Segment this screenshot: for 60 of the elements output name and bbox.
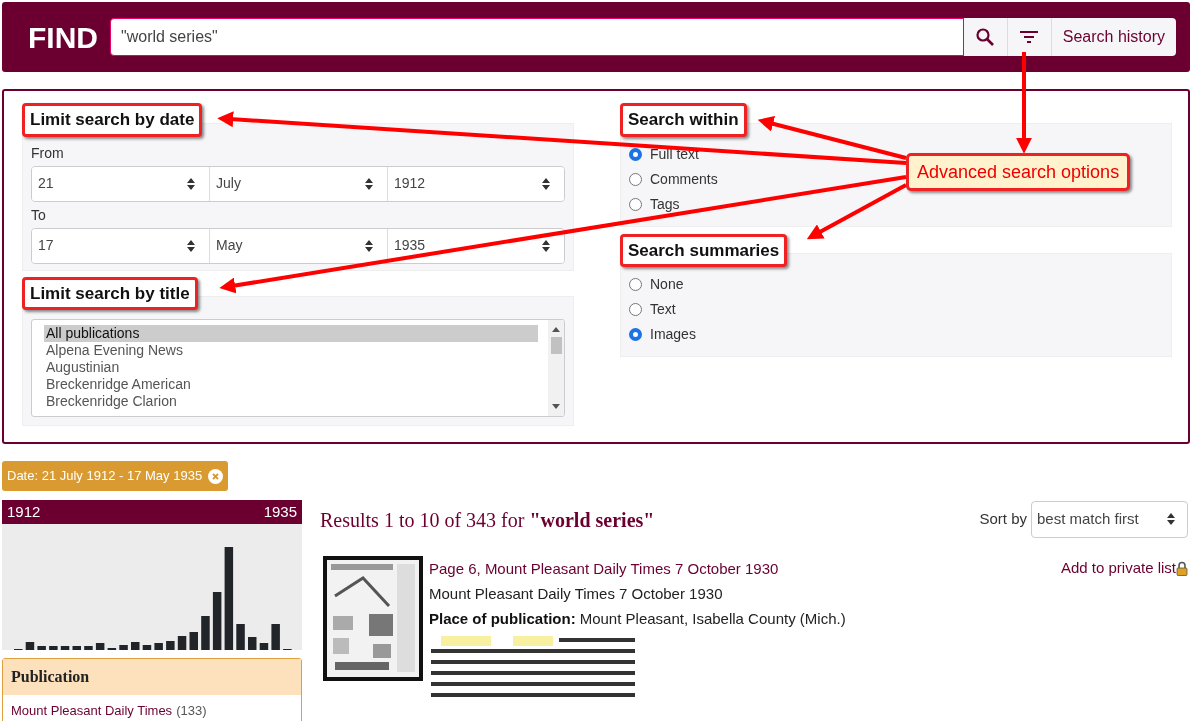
radio-label: Tags [650, 194, 680, 214]
facet-link[interactable]: Mount Pleasant Daily Times [11, 703, 173, 719]
publication-option[interactable]: Alpena Evening News [44, 342, 538, 359]
radio-label: Comments [650, 169, 718, 189]
logo: FIND [28, 19, 98, 56]
filter-button[interactable] [1007, 18, 1052, 56]
filter-icon [1019, 30, 1040, 44]
radio-button[interactable] [629, 328, 642, 341]
radio-button[interactable] [629, 197, 642, 211]
sort-select[interactable]: best match first [1031, 500, 1188, 538]
add-to-list-link[interactable]: Add to private list [1060, 557, 1176, 580]
close-icon [208, 468, 224, 484]
lock-icon [1176, 561, 1188, 576]
facet-heading: Publication [3, 659, 301, 695]
section-heading: Limit search by date [22, 103, 203, 137]
scrollbar[interactable] [548, 320, 564, 416]
histogram-bar[interactable] [95, 643, 105, 650]
section-heading: Search within [620, 103, 747, 137]
histogram-bar[interactable] [25, 642, 35, 650]
radio-label: Images [650, 325, 696, 344]
radio-label: None [650, 275, 684, 294]
histogram-bar[interactable] [60, 646, 70, 650]
annotation-callout: Advanced search options [906, 153, 1131, 191]
search-field[interactable]: "world series" [110, 18, 964, 56]
results-heading: Results 1 to 10 of 343 for "world series" [320, 508, 655, 533]
publication-option[interactable]: Breckenridge Clarion [44, 393, 538, 410]
section-heading: Search summaries [620, 233, 788, 267]
histogram-bar[interactable] [72, 646, 81, 650]
radio-button[interactable] [629, 303, 642, 316]
caret-icon [1167, 513, 1175, 525]
radio-button[interactable] [629, 172, 642, 186]
place-label: Place of publication: [429, 609, 576, 629]
result-title-link[interactable]: Page 6, Mount Pleasant Daily Times 7 October 1930 [429, 556, 779, 581]
histogram-bar[interactable] [142, 645, 152, 650]
publication-option[interactable]: Augustinian [44, 359, 538, 376]
histogram-bar[interactable] [189, 632, 198, 650]
histogram-bar[interactable] [212, 592, 222, 650]
result-source: Mount Pleasant Daily Times 7 October 1930 [429, 584, 724, 604]
timeline-start: 1912 [7, 501, 41, 522]
histogram-bar[interactable] [224, 547, 234, 650]
radio-button[interactable] [629, 278, 642, 291]
place-value: Mount Pleasant, Isabella County (Mich.) [579, 609, 846, 629]
facet-count: (133) [176, 703, 207, 719]
publication-option[interactable]: Breckenridge American [44, 376, 538, 393]
publication-option[interactable]: All publications [44, 325, 538, 342]
to-label: To [31, 205, 47, 224]
histogram-bar[interactable] [177, 636, 187, 650]
sort-label: Sort by [979, 508, 1027, 529]
section-heading: Limit search by title [22, 276, 198, 310]
publication-list[interactable]: All publications Alpena Evening News Augustinian Breckenridge American Breckenridge Clarion [31, 319, 565, 417]
from-label: From [31, 143, 65, 162]
search-history-button[interactable]: Search history [1051, 18, 1176, 56]
search-button[interactable] [963, 18, 1008, 56]
radio-label: Text [650, 300, 676, 319]
radio-button[interactable] [629, 147, 642, 161]
histogram-bar[interactable] [131, 642, 140, 650]
search-icon [975, 27, 996, 47]
histogram-bar[interactable] [248, 637, 257, 650]
timeline-end: 1935 [263, 501, 297, 522]
histogram-bar[interactable] [259, 643, 269, 650]
